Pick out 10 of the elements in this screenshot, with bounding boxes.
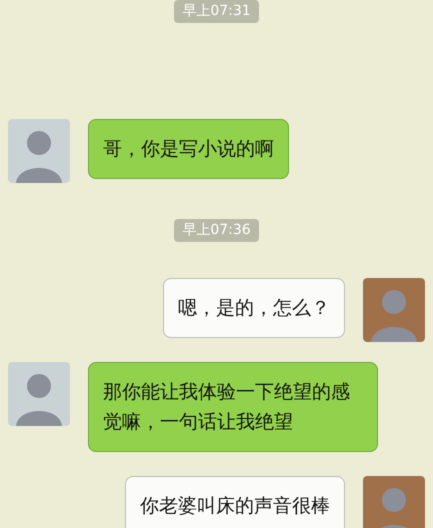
avatar-icon[interactable]: [363, 278, 425, 342]
message-bubble: 嗯，是的，怎么？: [163, 278, 345, 338]
avatar-icon[interactable]: [363, 476, 425, 528]
message-bubble: 哥，你是写小说的啊: [88, 119, 289, 179]
timestamp: 早上07:36: [174, 219, 259, 242]
avatar-icon[interactable]: [8, 362, 70, 426]
avatar-icon[interactable]: [8, 119, 70, 183]
message-bubble: 你老婆叫床的声音很棒: [125, 476, 345, 528]
message-bubble: 那你能让我体验一下绝望的感觉嘛，一句话让我绝望: [88, 362, 378, 452]
timestamp: 早上07:31: [174, 0, 259, 23]
